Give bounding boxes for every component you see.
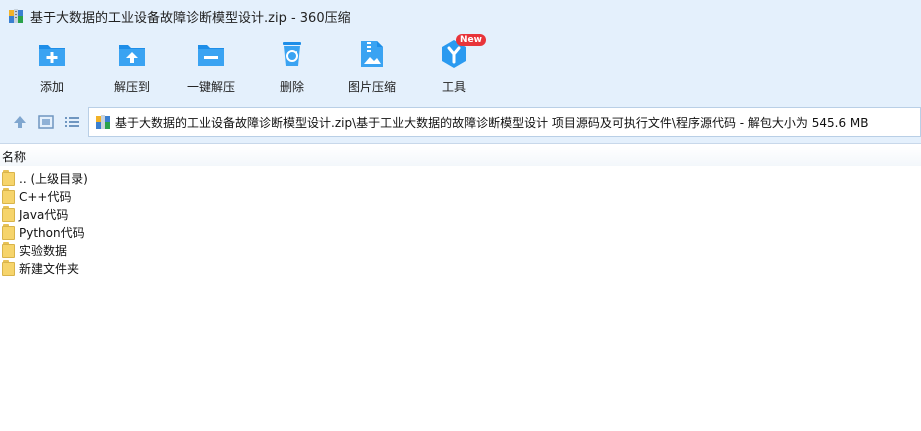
up-arrow-icon[interactable] [11, 113, 29, 131]
list-item[interactable]: C++代码 [2, 187, 88, 205]
new-badge: New [456, 34, 486, 46]
path-text: 基于大数据的工业设备故障诊断模型设计.zip\基于工业大数据的故障诊断模型设计 … [115, 115, 869, 130]
file-name: 新建文件夹 [19, 261, 80, 276]
image-compress-label: 图片压缩 [347, 80, 396, 94]
folder-icon [2, 260, 16, 276]
add-button[interactable]: 添加 [14, 38, 90, 95]
delete-button[interactable]: 删除 [254, 38, 330, 95]
tools-icon: New [438, 34, 486, 70]
one-click-extract-icon [195, 38, 227, 70]
list-item[interactable]: Java代码 [2, 205, 88, 223]
thumbnail-view-icon[interactable] [37, 113, 55, 131]
extract-to-icon [116, 38, 148, 70]
one-click-extract-label: 一键解压 [186, 80, 235, 94]
delete-icon [276, 38, 308, 70]
list-item[interactable]: 新建文件夹 [2, 259, 88, 277]
image-compress-icon [356, 38, 388, 70]
extract-to-button[interactable]: 解压到 [94, 38, 170, 95]
path-field[interactable]: 基于大数据的工业设备故障诊断模型设计.zip\基于工业大数据的故障诊断模型设计 … [88, 107, 921, 137]
folder-icon [2, 188, 16, 204]
list-view-icon[interactable] [63, 113, 81, 131]
folder-icon [2, 224, 16, 240]
window-title: 基于大数据的工业设备故障诊断模型设计.zip - 360压缩 [30, 10, 351, 26]
list-item[interactable]: 实验数据 [2, 241, 88, 259]
delete-label: 删除 [279, 80, 304, 94]
file-name: Java代码 [19, 207, 69, 222]
list-item[interactable]: Python代码 [2, 223, 88, 241]
tools-label: 工具 [441, 80, 466, 94]
title-bar: 基于大数据的工业设备故障诊断模型设计.zip - 360压缩 [0, 0, 921, 32]
file-name: C++代码 [19, 189, 72, 204]
archive-icon [8, 8, 24, 24]
folder-icon [2, 242, 16, 258]
folder-icon [2, 206, 16, 222]
add-icon [36, 38, 68, 70]
one-click-extract-button[interactable]: 一键解压 [173, 38, 249, 95]
file-name: 实验数据 [19, 243, 68, 258]
file-name: .. (上级目录) [19, 171, 88, 186]
column-header: 名称 [0, 146, 921, 166]
address-bar: 基于大数据的工业设备故障诊断模型设计.zip\基于工业大数据的故障诊断模型设计 … [0, 100, 921, 144]
image-compress-button[interactable]: 图片压缩 [334, 38, 410, 95]
folder-icon [2, 170, 16, 186]
file-list: .. (上级目录) C++代码 Java代码 Python代码 实验数据 新建文… [2, 169, 88, 277]
archive-icon [95, 114, 111, 130]
file-name: Python代码 [19, 225, 85, 240]
column-name-header[interactable]: 名称 [0, 148, 26, 165]
extract-to-label: 解压到 [113, 80, 150, 94]
list-item[interactable]: .. (上级目录) [2, 169, 88, 187]
tools-button[interactable]: New 工具 [416, 34, 492, 95]
add-label: 添加 [39, 80, 64, 94]
main-toolbar: 添加 解压到 一键解压 删除 图片压缩 New 工具 [0, 32, 921, 100]
